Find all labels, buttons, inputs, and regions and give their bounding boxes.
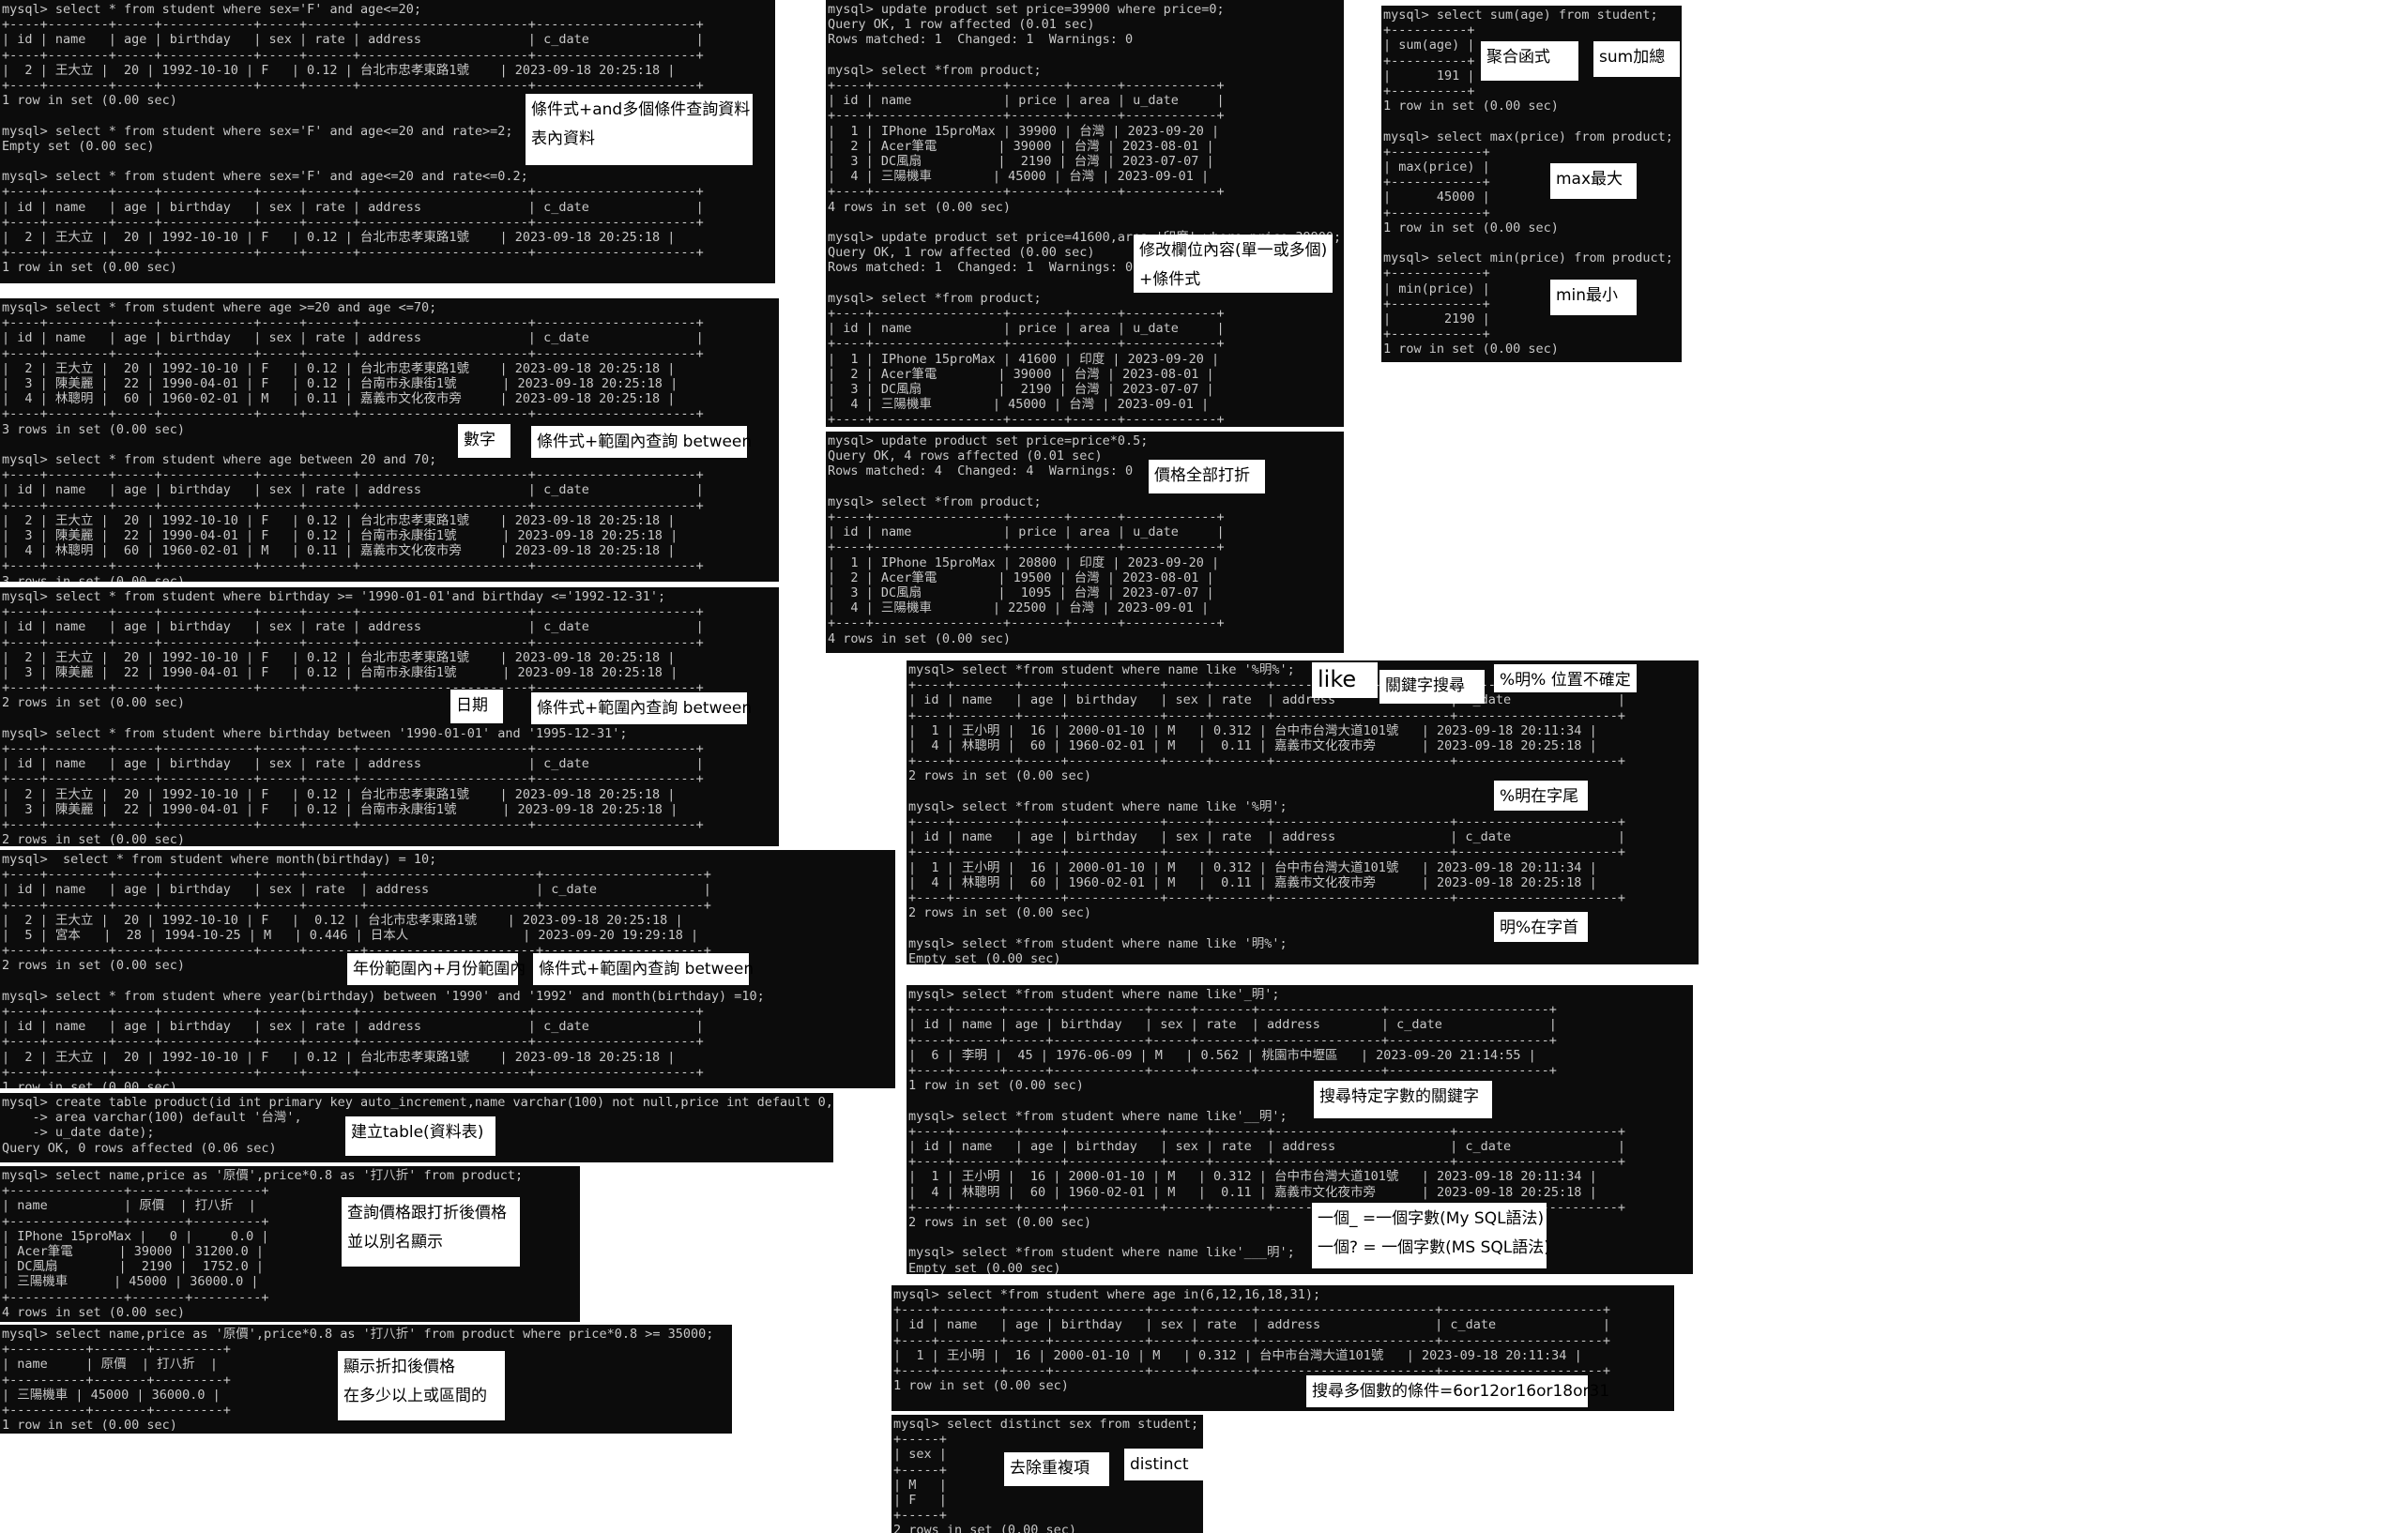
annotation-aggregate: 聚合函式	[1481, 41, 1578, 81]
annotation-distinct: distinct	[1124, 1449, 1209, 1480]
annotation-between-number: 條件式+範圍內查詢 between	[531, 426, 752, 458]
annotation-max: max最大	[1550, 163, 1637, 199]
terminal-panel-like-underscore: mysql> select *from student where name l…	[907, 985, 1693, 1274]
annotation-discount-all: 價格全部打折	[1149, 460, 1265, 493]
annotation-underscore-rule: 一個_ =一個字數(My SQL語法) 一個? = 一個字數(MS SQL語法)	[1312, 1203, 1550, 1268]
annotation-update-fields: 修改欄位內容(單一或多個) +條件式	[1134, 235, 1333, 293]
annotation-in-condition: 搜尋多個數的條件=6or12or16or18or31	[1306, 1375, 1609, 1407]
annotation-remove-duplicates: 去除重複項	[1004, 1452, 1109, 1486]
annotation-and-conditions: 條件式+and多個條件查詢資料 表內資料	[526, 94, 753, 165]
annotation-percent-suffix: %明在字尾	[1494, 781, 1588, 811]
annotation-like: like	[1312, 662, 1378, 698]
annotation-keyword-search: 關鍵字搜尋	[1379, 670, 1485, 704]
annotation-create-table: 建立table(資料表)	[345, 1116, 495, 1156]
annotation-date: 日期	[450, 690, 503, 723]
annotation-sum: sum加總	[1593, 41, 1680, 77]
terminal-output: mysql> select *from student where name l…	[908, 987, 1626, 1274]
annotation-between-month: 條件式+範圍內查詢 between	[533, 953, 754, 985]
annotation-number: 數字	[458, 424, 511, 458]
annotation-alias-query: 查詢價格跟打折後價格 並以別名顯示	[342, 1197, 520, 1267]
terminal-panel-product-discount-all: mysql> update product set price=price*0.…	[826, 432, 1344, 653]
annotation-percent-prefix: 明%在字首	[1494, 912, 1588, 942]
annotation-year-month-range: 年份範圍內+月份範圍內	[347, 953, 526, 985]
annotation-percent-both: %明% 位置不確定	[1494, 664, 1637, 692]
terminal-panel-product-update: mysql> update product set price=39900 wh…	[826, 0, 1344, 427]
annotation-char-count-search: 搜尋特定字數的關鍵字	[1314, 1081, 1492, 1118]
annotation-between-date: 條件式+範圍內查詢 between	[531, 692, 752, 724]
annotation-discount-filter: 顯示折扣後價格 在多少以上或區間的	[338, 1351, 505, 1420]
annotation-min: min最小	[1550, 280, 1637, 315]
terminal-output: mysql> update product set price=39900 wh…	[828, 2, 1341, 427]
terminal-output: mysql> update product set price=price*0.…	[828, 433, 1225, 646]
